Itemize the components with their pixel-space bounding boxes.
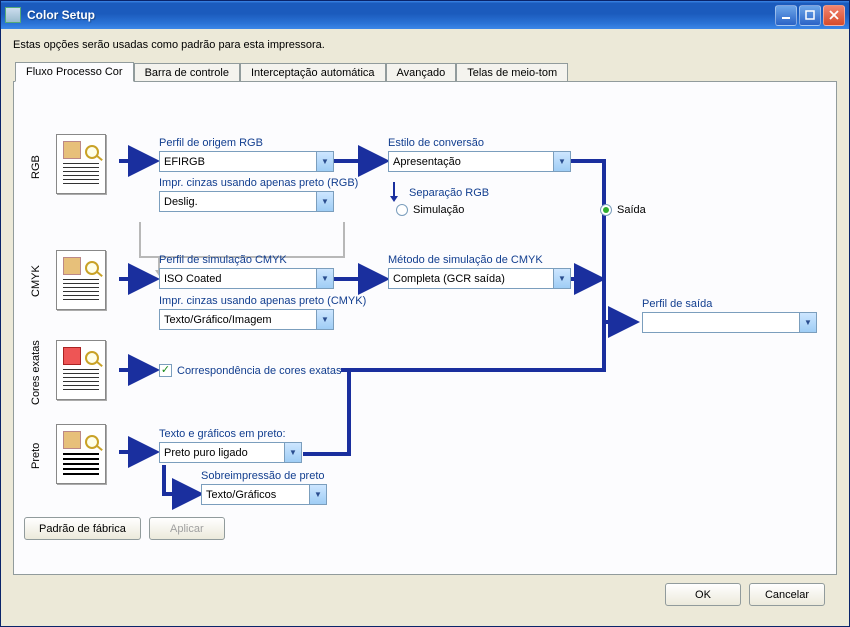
doc-icon-spot [56, 340, 106, 400]
tab-telas-meio-tom[interactable]: Telas de meio-tom [456, 63, 568, 82]
tab-panel: RGB Perfil de origem RGB EFIRGB ▼ Estilo… [13, 81, 837, 575]
dropdown-cmyk-sim-profile-value: ISO Coated [164, 273, 221, 285]
close-button[interactable] [823, 5, 845, 26]
section-label-cmyk: CMYK [30, 254, 46, 309]
label-print-gray-rgb: Impr. cinzas usando apenas preto (RGB) [159, 177, 358, 189]
tab-avancado[interactable]: Avançado [386, 63, 457, 82]
dropdown-black-textgfx-value: Preto puro ligado [164, 447, 248, 459]
tabs: Fluxo Processo Cor Barra de controle Int… [13, 61, 837, 81]
tab-barra-controle[interactable]: Barra de controle [134, 63, 240, 82]
checkbox-spot-match[interactable]: ✓ Correspondência de cores exatas [159, 364, 341, 377]
dropdown-rgb-source-value: EFIRGB [164, 156, 205, 168]
doc-icon-black [56, 424, 106, 484]
dropdown-print-gray-cmyk-value: Texto/Gráfico/Imagem [164, 314, 272, 326]
description-text: Estas opções serão usadas como padrão pa… [13, 39, 837, 51]
section-label-spot: Cores exatas [30, 338, 46, 408]
chevron-down-icon: ▼ [316, 269, 333, 288]
window-title: Color Setup [27, 8, 775, 22]
radio-simulation[interactable]: Simulação [396, 204, 464, 216]
chevron-down-icon: ▼ [316, 192, 333, 211]
doc-icon-cmyk [56, 250, 106, 310]
label-cmyk-sim-method: Método de simulação de CMYK [388, 254, 543, 266]
minimize-button[interactable] [775, 5, 797, 26]
maximize-button[interactable] [799, 5, 821, 26]
dropdown-rendering-style[interactable]: Apresentação ▼ [388, 151, 571, 172]
dropdown-rendering-style-value: Apresentação [393, 156, 461, 168]
dropdown-black-textgfx[interactable]: Preto puro ligado ▼ [159, 442, 302, 463]
window: Color Setup Estas opções serão usadas co… [0, 0, 850, 627]
section-label-black: Preto [30, 428, 46, 483]
chevron-down-icon: ▼ [799, 313, 816, 332]
dropdown-black-overprint-value: Texto/Gráficos [206, 489, 276, 501]
dropdown-cmyk-sim-method[interactable]: Completa (GCR saída) ▼ [388, 268, 571, 289]
dropdown-print-gray-rgb[interactable]: Deslig. ▼ [159, 191, 334, 212]
dropdown-cmyk-sim-method-value: Completa (GCR saída) [393, 273, 505, 285]
label-rgb-separation: Separação RGB [409, 187, 489, 199]
chevron-down-icon: ▼ [309, 485, 326, 504]
section-label-rgb: RGB [30, 142, 46, 192]
radio-simulation-label: Simulação [413, 204, 464, 216]
label-black-textgfx: Texto e gráficos em preto: [159, 428, 286, 440]
chevron-down-icon: ▼ [553, 152, 570, 171]
label-print-gray-cmyk: Impr. cinzas usando apenas preto (CMYK) [159, 295, 366, 307]
doc-icon-rgb [56, 134, 106, 194]
dropdown-cmyk-sim-profile[interactable]: ISO Coated ▼ [159, 268, 334, 289]
dropdown-print-gray-rgb-value: Deslig. [164, 196, 198, 208]
chevron-down-icon: ▼ [316, 152, 333, 171]
label-black-overprint: Sobreimpressão de preto [201, 470, 325, 482]
tab-fluxo-processo-cor[interactable]: Fluxo Processo Cor [15, 62, 134, 82]
dropdown-output-profile[interactable]: ▼ [642, 312, 817, 333]
chevron-down-icon: ▼ [284, 443, 301, 462]
label-cmyk-sim-profile: Perfil de simulação CMYK [159, 254, 287, 266]
cancel-button[interactable]: Cancelar [749, 583, 825, 606]
factory-default-button[interactable]: Padrão de fábrica [24, 517, 141, 540]
tab-interceptacao[interactable]: Interceptação automática [240, 63, 386, 82]
chevron-down-icon: ▼ [553, 269, 570, 288]
app-icon [5, 7, 21, 23]
ok-button[interactable]: OK [665, 583, 741, 606]
dropdown-black-overprint[interactable]: Texto/Gráficos ▼ [201, 484, 327, 505]
titlebar[interactable]: Color Setup [1, 1, 849, 29]
apply-button[interactable]: Aplicar [149, 517, 225, 540]
dropdown-print-gray-cmyk[interactable]: Texto/Gráfico/Imagem ▼ [159, 309, 334, 330]
radio-output[interactable]: Saída [600, 204, 646, 216]
label-rgb-source: Perfil de origem RGB [159, 137, 263, 149]
label-rendering-style: Estilo de conversão [388, 137, 484, 149]
label-output-profile: Perfil de saída [642, 298, 712, 310]
chevron-down-icon: ▼ [316, 310, 333, 329]
dropdown-rgb-source[interactable]: EFIRGB ▼ [159, 151, 334, 172]
radio-output-label: Saída [617, 204, 646, 216]
checkbox-spot-match-label: Correspondência de cores exatas [177, 365, 341, 377]
